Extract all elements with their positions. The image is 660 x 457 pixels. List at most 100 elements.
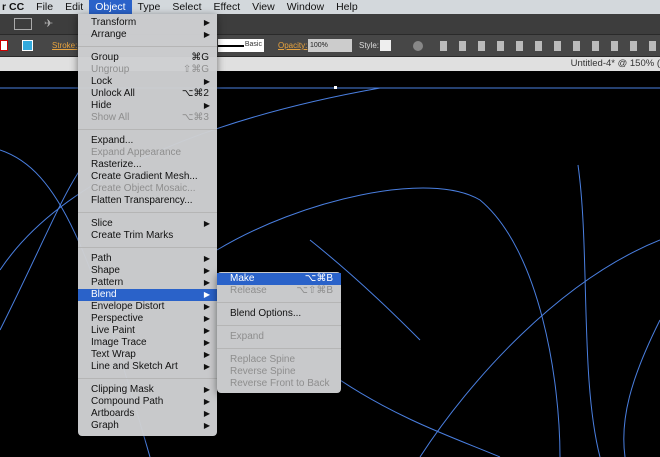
menu-item-label: Replace Spine xyxy=(230,354,296,365)
menu-item-shape[interactable]: Shape ▶ xyxy=(78,265,217,277)
submenu-arrow-icon: ▶ xyxy=(203,385,210,394)
submenu-arrow-icon: ▶ xyxy=(203,302,210,311)
menu-item-label: Perspective xyxy=(91,313,144,324)
menu-item-create-object-mosaic: Create Object Mosaic... xyxy=(78,183,217,195)
menu-item-compound-path[interactable]: Compound Path ▶ xyxy=(78,396,217,408)
path-curve xyxy=(339,379,501,457)
object-menu: Transform ▶ Arrange ▶ Group ⌘G Ungroup ⇧⌘G Lock ▶… xyxy=(78,14,217,436)
menu-item-create-trim-marks[interactable]: Create Trim Marks xyxy=(78,230,217,242)
submenu-arrow-icon: ▶ xyxy=(203,77,210,86)
recolor-icon[interactable] xyxy=(413,41,423,51)
app-name[interactable]: r CC xyxy=(0,0,30,14)
menu-item-hide[interactable]: Hide ▶ xyxy=(78,100,217,112)
path-curve xyxy=(577,164,601,457)
menu-item-label: Transform xyxy=(91,17,137,28)
anchor-point xyxy=(334,86,337,89)
submenu-arrow-icon: ▶ xyxy=(203,219,210,228)
menu-item-label: Slice xyxy=(91,218,113,229)
menu-item-label: Line and Sketch Art xyxy=(91,361,178,372)
menu-item-label: Flatten Transparency... xyxy=(91,195,193,206)
menu-item-unlock-all[interactable]: Unlock All ⌥⌘2 xyxy=(78,88,217,100)
menu-effect[interactable]: Effect xyxy=(208,0,247,14)
menu-item-label: Ungroup xyxy=(91,64,130,75)
submenu-arrow-icon: ▶ xyxy=(203,397,210,406)
path-curve xyxy=(623,319,660,457)
menu-item-blend[interactable]: Blend ▶ xyxy=(78,289,217,301)
shortcut: ⇧⌘G xyxy=(182,64,209,75)
submenu-arrow-icon: ▶ xyxy=(203,101,210,110)
menu-item-rasterize[interactable]: Rasterize... xyxy=(78,159,217,171)
menu-bar: r CC File Edit Object Type Select Effect View Wi… xyxy=(0,0,660,14)
menu-item-group[interactable]: Group ⌘G xyxy=(78,52,217,64)
menu-item-expand[interactable]: Expand... xyxy=(78,135,217,147)
shortcut: ⌥⌘3 xyxy=(181,112,209,123)
menu-file[interactable]: File xyxy=(30,0,59,14)
menu-edit[interactable]: Edit xyxy=(59,0,89,14)
submenu-arrow-icon: ▶ xyxy=(203,266,210,275)
menu-item-image-trace[interactable]: Image Trace ▶ xyxy=(78,337,217,349)
brush-definition[interactable]: Basic xyxy=(218,39,264,52)
shortcut: ⌥⇧⌘B xyxy=(296,285,333,296)
submenu-arrow-icon: ▶ xyxy=(203,409,210,418)
menu-item-reverse-front-to-back: Reverse Front to Back xyxy=(217,378,341,390)
menu-item-label: Show All xyxy=(91,112,130,123)
workspace-switcher-icon[interactable] xyxy=(14,18,32,30)
menu-item-slice[interactable]: Slice ▶ xyxy=(78,218,217,230)
menu-view[interactable]: View xyxy=(246,0,281,14)
submenu-arrow-icon: ▶ xyxy=(203,338,210,347)
menu-item-label: Create Trim Marks xyxy=(91,230,174,241)
menu-item-line-and-sketch-art[interactable]: Line and Sketch Art ▶ xyxy=(78,361,217,373)
menu-item-flatten-transparency[interactable]: Flatten Transparency... xyxy=(78,195,217,207)
menu-item-release: Release ⌥⇧⌘B xyxy=(217,285,341,297)
menu-item-label: Image Trace xyxy=(91,337,147,348)
menu-item-label: Hide xyxy=(91,100,112,111)
menu-item-label: Arrange xyxy=(91,29,127,40)
menu-item-clipping-mask[interactable]: Clipping Mask ▶ xyxy=(78,384,217,396)
menu-item-label: Graph xyxy=(91,420,119,431)
menu-item-path[interactable]: Path ▶ xyxy=(78,253,217,265)
menu-item-transform[interactable]: Transform ▶ xyxy=(78,17,217,29)
menu-item-label: Release xyxy=(230,285,267,296)
menu-item-text-wrap[interactable]: Text Wrap ▶ xyxy=(78,349,217,361)
submenu-arrow-icon: ▶ xyxy=(203,326,210,335)
menu-item-label: Rasterize... xyxy=(91,159,142,170)
menu-separator xyxy=(78,129,217,130)
menu-item-live-paint[interactable]: Live Paint ▶ xyxy=(78,325,217,337)
menu-item-label: Expand... xyxy=(91,135,134,146)
menu-item-expand-appearance: Expand Appearance xyxy=(78,147,217,159)
submenu-arrow-icon: ▶ xyxy=(203,350,210,359)
menu-item-make[interactable]: Make ⌥⌘B xyxy=(217,273,341,285)
opacity-field[interactable]: 100% xyxy=(308,39,352,52)
submenu-arrow-icon: ▶ xyxy=(203,254,210,263)
menu-item-expand: Expand xyxy=(217,331,341,343)
menu-item-lock[interactable]: Lock ▶ xyxy=(78,76,217,88)
menu-item-blend-options[interactable]: Blend Options... xyxy=(217,308,341,320)
menu-item-label: Shape xyxy=(91,265,120,276)
menu-item-label: Blend Options... xyxy=(230,308,302,319)
menu-object[interactable]: Object xyxy=(89,0,132,14)
menu-item-arrange[interactable]: Arrange ▶ xyxy=(78,29,217,41)
shortcut: ⌘G xyxy=(191,52,209,63)
fill-swatch[interactable] xyxy=(0,40,8,51)
opacity-label[interactable]: Opacity: xyxy=(278,41,307,50)
menu-item-pattern[interactable]: Pattern ▶ xyxy=(78,277,217,289)
menu-item-envelope-distort[interactable]: Envelope Distort ▶ xyxy=(78,301,217,313)
menu-help[interactable]: Help xyxy=(330,0,364,14)
menu-item-label: Pattern xyxy=(91,277,124,288)
shortcut: ⌥⌘2 xyxy=(181,88,209,99)
menu-select[interactable]: Select xyxy=(166,0,207,14)
send-icon[interactable]: ✈ xyxy=(44,17,53,30)
align-icons[interactable] xyxy=(440,41,660,51)
submenu-arrow-icon: ▶ xyxy=(203,290,210,299)
menu-item-label: Clipping Mask xyxy=(91,384,154,395)
stroke-label[interactable]: Stroke: xyxy=(52,41,77,50)
menu-item-show-all: Show All ⌥⌘3 xyxy=(78,112,217,124)
menu-window[interactable]: Window xyxy=(281,0,330,14)
stroke-swatch[interactable] xyxy=(22,40,33,51)
menu-item-artboards[interactable]: Artboards ▶ xyxy=(78,408,217,420)
style-swatch[interactable] xyxy=(380,40,391,51)
menu-item-graph[interactable]: Graph ▶ xyxy=(78,420,217,432)
menu-item-create-gradient-mesh[interactable]: Create Gradient Mesh... xyxy=(78,171,217,183)
menu-type[interactable]: Type xyxy=(132,0,167,14)
menu-item-perspective[interactable]: Perspective ▶ xyxy=(78,313,217,325)
